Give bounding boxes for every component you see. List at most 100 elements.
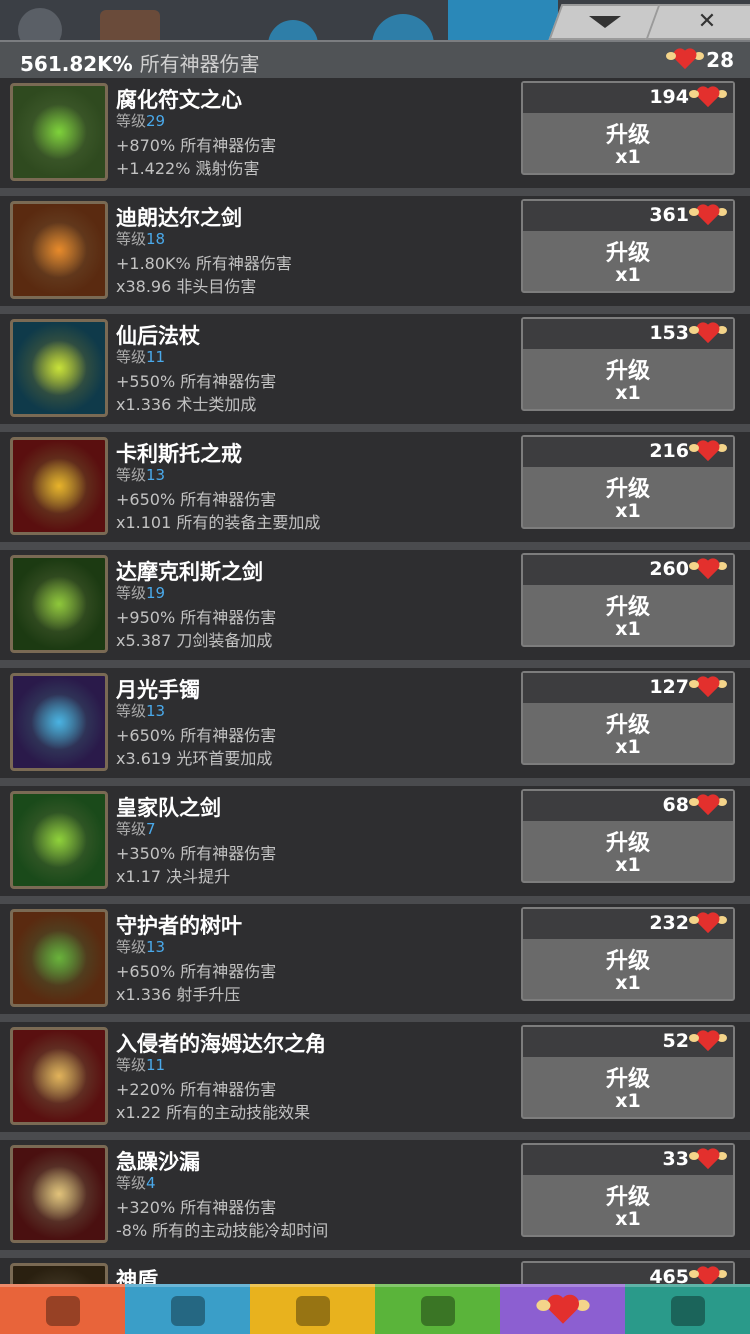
artifact-row: 迪朗达尔之剑 等级18 +1.80K% 所有神器伤害 x38.96 非头目伤害 361 升…	[0, 196, 750, 314]
upgrade-button[interactable]: 194 升级 x1	[521, 81, 735, 175]
clan-banner-icon[interactable]	[100, 10, 160, 40]
upgrade-button[interactable]: 68 升级 x1	[521, 789, 735, 883]
upgrade-multiplier: x1	[615, 618, 641, 640]
upgrade-multiplier: x1	[615, 1208, 641, 1230]
artifact-level: 等级11	[116, 1054, 165, 1075]
upgrade-button[interactable]: 52 升级 x1	[521, 1025, 735, 1119]
helmet-icon	[170, 1295, 205, 1326]
upgrade-cost-value: 33	[662, 1148, 689, 1170]
upgrade-cost-value: 260	[649, 558, 689, 580]
chevron-down-icon	[589, 16, 621, 28]
artifact-level: 等级18	[116, 228, 165, 249]
upgrade-button[interactable]: 465	[521, 1261, 735, 1284]
upgrade-multiplier: x1	[615, 736, 641, 758]
relic-heart-icon	[689, 559, 727, 581]
upgrade-multiplier: x1	[615, 264, 641, 286]
relic-heart-icon	[689, 913, 727, 935]
upgrade-multiplier: x1	[615, 1090, 641, 1112]
upgrade-button[interactable]: 216 升级 x1	[521, 435, 735, 529]
upgrade-cost-value: 216	[649, 440, 689, 462]
round-portal-icon	[268, 20, 318, 40]
artifact-row: 月光手镯 等级13 +650% 所有神器伤害 x3.619 光环首要加成 127 升级 x1	[0, 668, 750, 786]
upgrade-cost-value: 153	[649, 322, 689, 344]
artifact-effect-secondary: +1.422% 溅射伤害	[116, 159, 260, 178]
relic-heart-icon	[689, 441, 727, 463]
level-number: 18	[146, 230, 166, 248]
upgrade-button[interactable]: 361 升级 x1	[521, 199, 735, 293]
heroes-tab[interactable]	[125, 1284, 250, 1334]
upgrade-button[interactable]: 127 升级 x1	[521, 671, 735, 765]
level-number: 11	[146, 1056, 166, 1074]
artifact-row: 神盾 465	[0, 1258, 750, 1284]
artifact-effect-primary: +1.80K% 所有神器伤害	[116, 254, 292, 273]
total-damage: 561.82K% 所有神器伤害	[20, 48, 260, 77]
level-number: 29	[146, 112, 166, 130]
level-number: 7	[146, 820, 156, 838]
close-icon: ✕	[697, 9, 717, 34]
artifact-effect-primary: +950% 所有神器伤害	[116, 608, 277, 627]
artifact-row: 入侵者的海姆达尔之角 等级11 +220% 所有神器伤害 x1.22 所有的主动技能效…	[0, 1022, 750, 1140]
fairy-queen-staff-icon[interactable]	[10, 319, 108, 417]
relic-heart-icon	[689, 1149, 727, 1171]
callisto-ring-icon[interactable]	[10, 437, 108, 535]
invader-heimdall-horn-icon[interactable]	[10, 1027, 108, 1125]
upgrade-button[interactable]: 232 升级 x1	[521, 907, 735, 1001]
artifact-list[interactable]: 腐化符文之心 等级29 +870% 所有神器伤害 +1.422% 溅射伤害 194 升级 x…	[0, 78, 750, 1284]
upgrade-cost-value: 127	[649, 676, 689, 698]
aegis-shield-icon[interactable]	[10, 1263, 108, 1284]
hasty-hourglass-icon[interactable]	[10, 1145, 108, 1243]
upgrade-label: 升级	[605, 477, 650, 502]
artifact-effect-secondary: x1.17 决斗提升	[116, 867, 231, 886]
artifact-row: 急躁沙漏 等级4 +320% 所有神器伤害 -8% 所有的主动技能冷却时间 33 升级 x1	[0, 1140, 750, 1258]
upgrade-button[interactable]: 153 升级 x1	[521, 317, 735, 411]
upgrade-label: 升级	[605, 359, 650, 384]
shop-tab[interactable]	[625, 1284, 750, 1334]
corrupted-rune-heart-icon[interactable]	[10, 83, 108, 181]
upgrade-cost-value: 52	[662, 1030, 689, 1052]
upgrade-cost-value: 68	[662, 794, 689, 816]
artifact-effect-secondary: -8% 所有的主动技能冷却时间	[116, 1221, 329, 1240]
artifact-row: 皇家队之剑 等级7 +350% 所有神器伤害 x1.17 决斗提升 68 升级 x1	[0, 786, 750, 904]
artifact-level: 等级19	[116, 582, 165, 603]
upgrade-cost: 153	[523, 319, 733, 349]
sword-tab[interactable]	[0, 1284, 125, 1334]
upgrade-cost: 33	[523, 1145, 733, 1175]
upgrade-button[interactable]: 260 升级 x1	[521, 553, 735, 647]
artifacts-tab[interactable]	[500, 1284, 625, 1334]
durendal-sword-icon[interactable]	[10, 201, 108, 299]
relic-heart-icon	[689, 1031, 727, 1053]
artifact-level: 等级13	[116, 464, 165, 485]
artifact-level: 等级29	[116, 110, 165, 131]
level-number: 13	[146, 466, 166, 484]
guardian-leaf-icon[interactable]	[10, 909, 108, 1007]
level-label: 等级	[116, 702, 147, 720]
round-portal-icon	[372, 14, 434, 40]
upgrade-label: 升级	[605, 123, 650, 148]
artifact-effect-secondary: x1.101 所有的装备主要加成	[116, 513, 321, 532]
damocles-sword-icon[interactable]	[10, 555, 108, 653]
artifact-level: 等级13	[116, 936, 165, 957]
total-damage-label: 所有神器伤害	[139, 52, 260, 76]
relic-heart-icon	[689, 677, 727, 699]
upgrade-cost: 216	[523, 437, 733, 467]
top-scene-strip: ✕	[0, 0, 750, 40]
artifact-effect-secondary: x3.619 光环首要加成	[116, 749, 273, 768]
artifact-effect-primary: +350% 所有神器伤害	[116, 844, 277, 863]
gear-icon[interactable]	[18, 8, 62, 40]
equipment-tab[interactable]	[250, 1284, 375, 1334]
moonlight-bracelet-icon[interactable]	[10, 673, 108, 771]
royal-guard-sword-icon[interactable]	[10, 791, 108, 889]
pet-icon	[420, 1295, 455, 1326]
collapse-panel-button[interactable]	[548, 4, 662, 40]
artifact-row: 达摩克利斯之剑 等级19 +950% 所有神器伤害 x5.387 刀剑装备加成 260 升…	[0, 550, 750, 668]
upgrade-button[interactable]: 33 升级 x1	[521, 1143, 735, 1237]
pets-tab[interactable]	[375, 1284, 500, 1334]
upgrade-label: 升级	[605, 595, 650, 620]
upgrade-multiplier: x1	[615, 972, 641, 994]
upgrade-cost: 361	[523, 201, 733, 231]
relic-heart-icon	[666, 49, 705, 71]
relic-counter: 28	[666, 48, 734, 72]
level-number: 19	[146, 584, 166, 602]
close-panel-button[interactable]: ✕	[645, 4, 750, 40]
artifact-effect-primary: +870% 所有神器伤害	[116, 136, 277, 155]
